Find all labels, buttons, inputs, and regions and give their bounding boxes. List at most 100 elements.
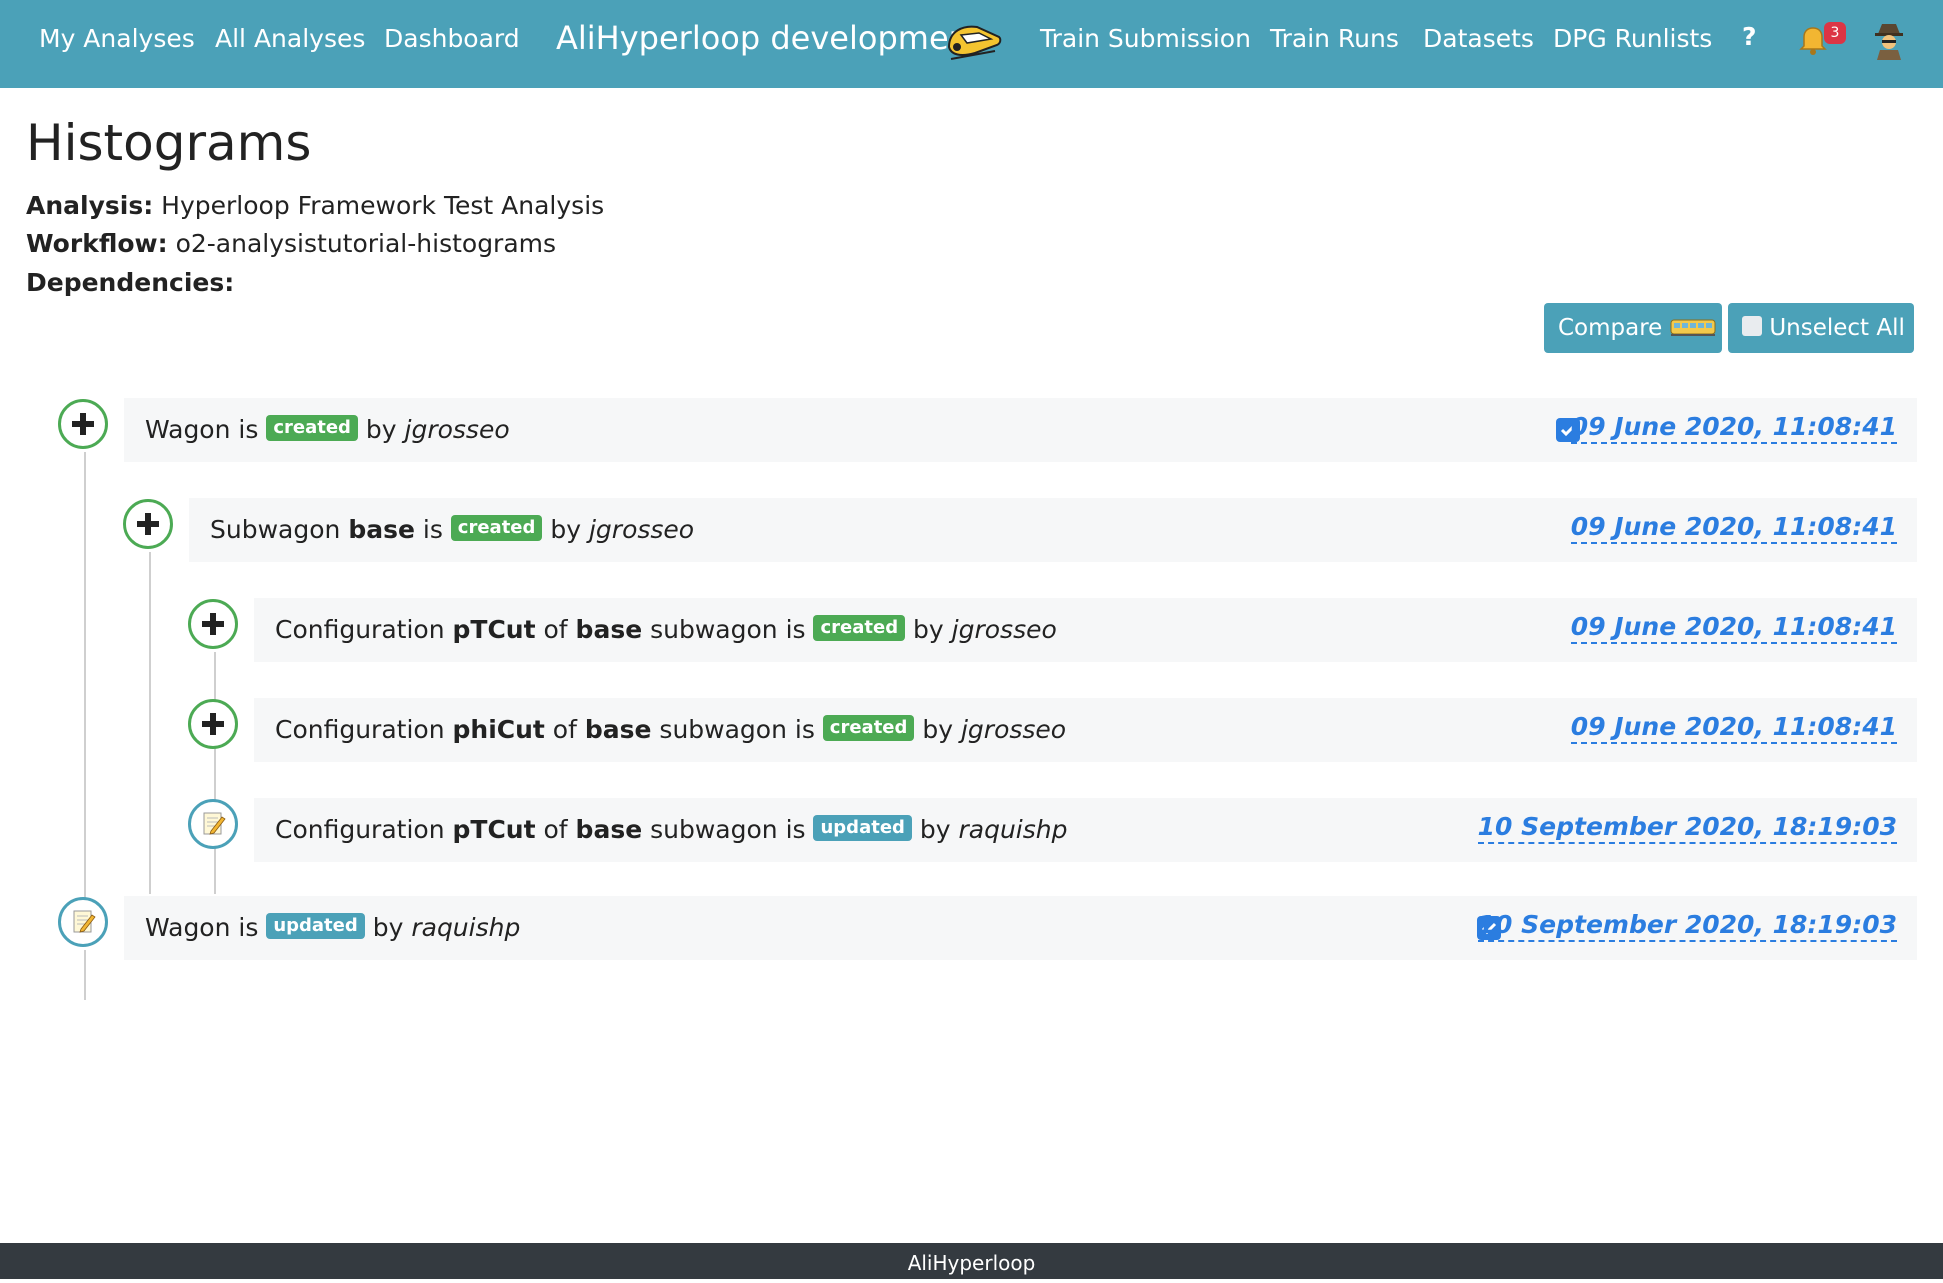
workflow-info: Workflow: o2-analysistutorial-histograms	[26, 229, 556, 258]
unselect-all-button[interactable]: Unselect All	[1728, 303, 1914, 353]
entry-timestamp[interactable]: 09 June 2020, 11:08:41	[1570, 712, 1897, 744]
entry-text: subwagon is	[642, 815, 814, 844]
timeline-node	[188, 699, 238, 749]
timeline-entry: Configuration pTCut of base subwagon is …	[254, 598, 1917, 662]
plus-icon	[202, 613, 224, 635]
entry-description: Wagon is updated by raquishp	[145, 896, 520, 960]
entry-object-name: base	[575, 815, 643, 844]
plus-icon	[72, 413, 94, 435]
analysis-label: Analysis:	[26, 191, 154, 220]
entry-description: Configuration phiCut of base subwagon is…	[275, 698, 1066, 762]
entry-by-label: by	[919, 815, 959, 844]
entry-object-name: pTCut	[452, 815, 536, 844]
timeline-entry: Subwagon base is created by jgrosseo 09 J…	[189, 498, 1917, 562]
timeline-entry: Wagon is created by jgrosseo 09 June 2020…	[124, 398, 1917, 462]
tram-icon	[1670, 319, 1716, 336]
timeline-entry: Configuration pTCut of base subwagon is …	[254, 798, 1917, 862]
status-badge: updated	[813, 815, 912, 841]
entry-text: Configuration	[275, 815, 453, 844]
compare-label: Compare	[1558, 315, 1663, 341]
nav-my-analyses[interactable]: My Analyses	[39, 24, 195, 53]
status-badge: updated	[266, 913, 365, 939]
entry-object-name: phiCut	[452, 715, 545, 744]
entry-user: jgrosseo	[404, 415, 510, 444]
help-link[interactable]: ?	[1742, 22, 1757, 51]
entry-text: Configuration	[275, 715, 453, 744]
entry-user: jgrosseo	[588, 515, 695, 544]
entry-by-label: by	[550, 515, 589, 544]
memo-icon	[203, 812, 226, 835]
plus-icon	[202, 713, 224, 735]
entry-description: Wagon is created by jgrosseo	[145, 398, 510, 462]
entry-text: of	[535, 815, 576, 844]
entry-description: Configuration pTCut of base subwagon is …	[275, 798, 1068, 862]
timeline-node	[58, 897, 108, 947]
entry-text: Subwagon	[210, 515, 349, 544]
timeline-line-level2	[149, 552, 151, 894]
unselect-label: Unselect All	[1769, 315, 1905, 341]
top-navbar: My Analyses All Analyses Dashboard AliHy…	[0, 0, 1943, 88]
entry-timestamp[interactable]: 10 September 2020, 18:19:03	[1477, 910, 1897, 942]
entry-user: jgrosseo	[960, 715, 1067, 744]
timeline-line-level3	[214, 652, 216, 894]
brand-title[interactable]: AliHyperloop development	[556, 19, 981, 57]
entry-object-name: pTCut	[452, 615, 536, 644]
entry-timestamp[interactable]: 09 June 2020, 11:08:41	[1570, 412, 1897, 444]
entry-object-name: base	[348, 515, 415, 544]
status-badge: created	[813, 615, 906, 641]
nav-train-submission[interactable]: Train Submission	[1040, 24, 1251, 53]
nav-train-runs[interactable]: Train Runs	[1270, 24, 1399, 53]
compare-button[interactable]: Compare	[1544, 303, 1722, 353]
entry-user: raquishp	[958, 815, 1068, 844]
workflow-value: o2-analysistutorial-histograms	[175, 229, 557, 258]
timeline-entry: Configuration phiCut of base subwagon is…	[254, 698, 1917, 762]
spy-icon[interactable]	[1872, 20, 1906, 60]
entry-text: Configuration	[275, 615, 453, 644]
timeline-node	[188, 799, 238, 849]
analysis-info: Analysis: Hyperloop Framework Test Analy…	[26, 191, 604, 220]
dependencies-label: Dependencies:	[26, 268, 235, 297]
entry-timestamp[interactable]: 10 September 2020, 18:19:03	[1477, 812, 1897, 844]
entry-text: subwagon is	[642, 615, 814, 644]
entry-user: jgrosseo	[951, 615, 1057, 644]
timeline-line-tail	[84, 950, 86, 1000]
entry-timestamp[interactable]: 09 June 2020, 11:08:41	[1570, 612, 1897, 644]
timeline-node	[58, 399, 108, 449]
nav-datasets[interactable]: Datasets	[1423, 24, 1534, 53]
entry-user: raquishp	[411, 913, 521, 942]
notification-badge: 3	[1824, 22, 1846, 44]
entry-by-label: by	[922, 715, 961, 744]
entry-by-label: by	[913, 615, 952, 644]
entry-by-label: by	[365, 415, 405, 444]
entry-text: Wagon is	[145, 913, 267, 942]
status-badge: created	[450, 515, 543, 541]
workflow-label: Workflow:	[26, 229, 168, 258]
entry-text: is	[414, 515, 451, 544]
entry-text: subwagon is	[651, 715, 823, 744]
train-icon	[947, 25, 1002, 60]
entry-object-name: base	[575, 615, 643, 644]
timeline-node	[123, 499, 173, 549]
timeline-entry: Wagon is updated by raquishp 10 September…	[124, 896, 1917, 960]
timeline-line-level1	[84, 452, 86, 920]
status-badge: created	[822, 715, 915, 741]
nav-dashboard[interactable]: Dashboard	[384, 24, 520, 53]
status-badge: created	[266, 415, 358, 441]
entry-description: Configuration pTCut of base subwagon is …	[275, 598, 1057, 662]
square-checkbox-icon	[1742, 315, 1762, 336]
timeline-node	[188, 599, 238, 649]
nav-dpg-runlists[interactable]: DPG Runlists	[1553, 24, 1712, 53]
entry-description: Subwagon base is created by jgrosseo	[210, 498, 694, 562]
nav-all-analyses[interactable]: All Analyses	[215, 24, 365, 53]
memo-icon	[73, 910, 96, 933]
entry-object-name: base	[584, 715, 652, 744]
entry-text: Wagon is	[145, 415, 267, 444]
entry-timestamp[interactable]: 09 June 2020, 11:08:41	[1570, 512, 1897, 544]
footer: AliHyperloop	[0, 1243, 1943, 1279]
entry-text: of	[544, 715, 585, 744]
page-title: Histograms	[26, 114, 312, 172]
entry-text: of	[535, 615, 576, 644]
